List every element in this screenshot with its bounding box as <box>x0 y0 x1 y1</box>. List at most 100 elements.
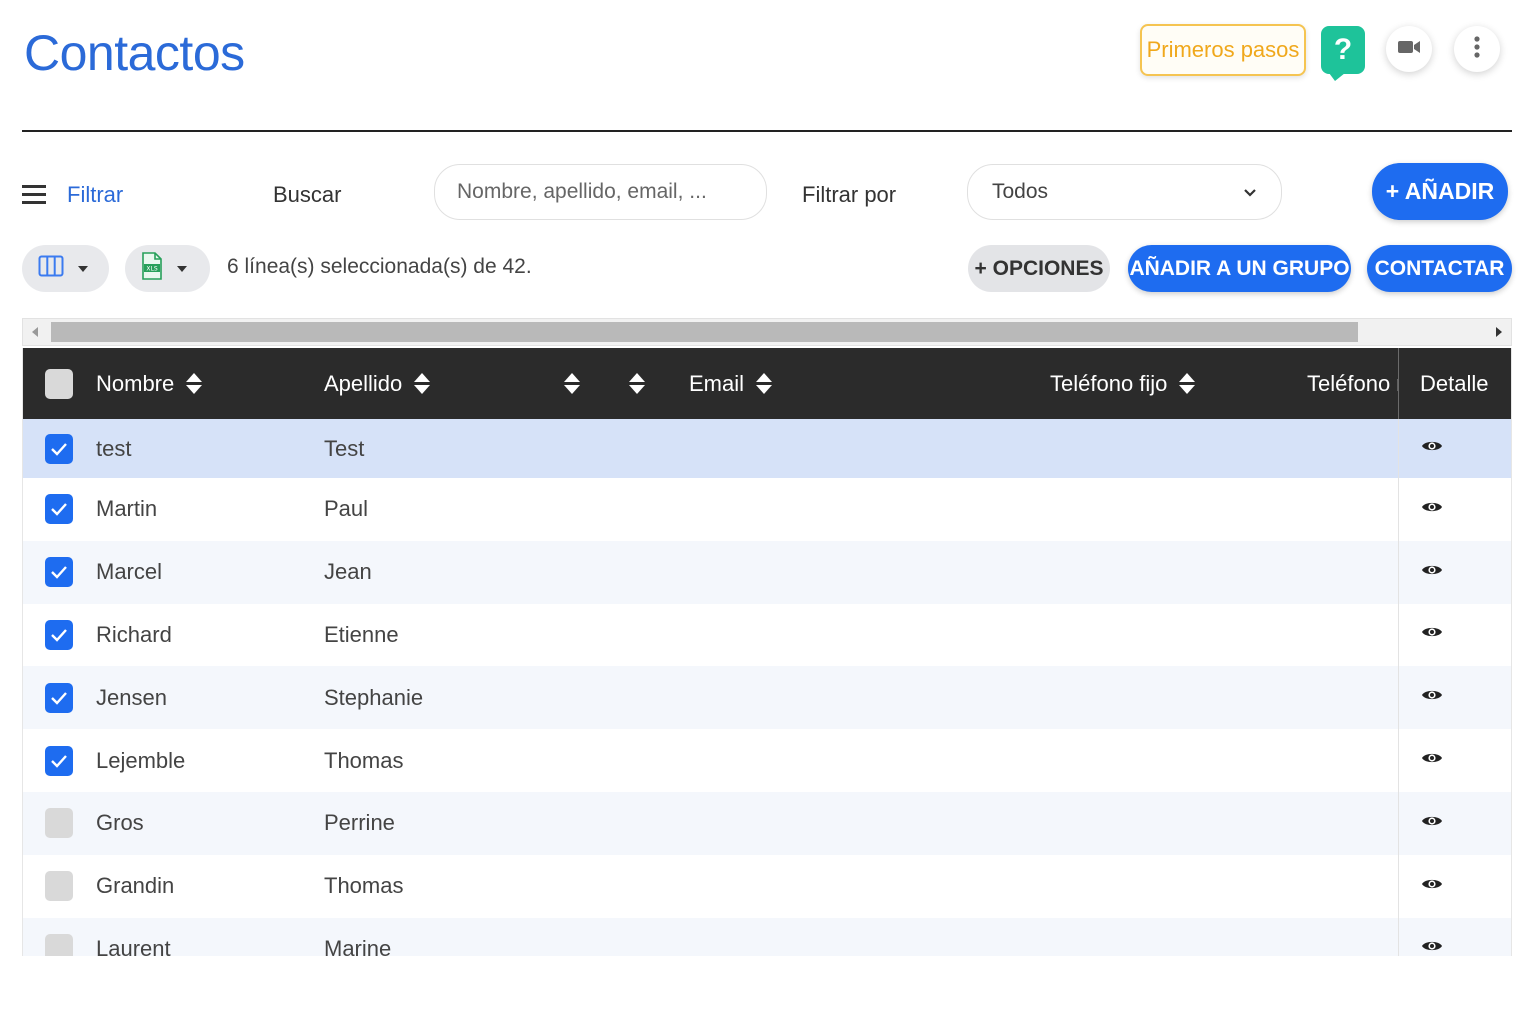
column-header-unnamed-2[interactable] <box>629 348 645 419</box>
row-checkbox[interactable] <box>45 666 73 729</box>
contact-button[interactable]: CONTACTAR <box>1367 245 1512 292</box>
row-checkbox[interactable] <box>45 604 73 667</box>
select-all-checkbox[interactable] <box>45 348 73 419</box>
columns-dropdown-button[interactable] <box>22 245 109 292</box>
cell-apellido: Jean <box>324 559 372 585</box>
add-to-group-button[interactable]: AÑADIR A UN GRUPO <box>1128 245 1351 292</box>
row-checkbox[interactable] <box>45 918 73 956</box>
cell-nombre: Gros <box>96 810 144 836</box>
export-dropdown-button[interactable]: XLS <box>125 245 210 292</box>
page-title: Contactos <box>24 25 245 81</box>
header-divider <box>22 130 1512 132</box>
selection-count: 6 línea(s) seleccionada(s) de 42. <box>227 255 532 278</box>
chevron-down-icon <box>1243 180 1257 204</box>
column-header-telefono-fijo[interactable]: Teléfono fijo <box>1050 348 1196 419</box>
sort-icon[interactable] <box>414 373 431 394</box>
view-detail-button[interactable] <box>1398 791 1511 855</box>
cell-nombre: Richard <box>96 621 172 647</box>
caret-down-icon <box>177 265 187 272</box>
row-checkbox[interactable] <box>45 729 73 792</box>
table-header: Nombre Apellido Email Teléfono fijo Telé… <box>23 348 1511 419</box>
cell-nombre: Martin <box>96 496 158 522</box>
svg-text:XLS: XLS <box>146 266 157 273</box>
table-row[interactable]: Laurent Marine <box>23 917 1511 956</box>
hamburger-menu-icon[interactable] <box>22 184 46 206</box>
scrollbar-thumb[interactable] <box>51 322 1358 342</box>
column-header-email[interactable]: Email <box>689 348 773 419</box>
table-row[interactable]: Grandin Thomas <box>23 854 1511 918</box>
column-header-apellido[interactable]: Apellido <box>324 348 431 419</box>
table-row[interactable]: Lejemble Thomas <box>23 729 1511 792</box>
cell-nombre: Laurent <box>96 935 171 956</box>
scroll-right-icon[interactable] <box>1496 327 1502 337</box>
column-header-detalle: Detalle <box>1398 348 1511 419</box>
video-call-button[interactable] <box>1386 26 1432 72</box>
help-button[interactable]: ? <box>1321 26 1365 81</box>
table-row[interactable]: test Test <box>23 419 1511 478</box>
options-button[interactable]: + OPCIONES <box>968 245 1110 292</box>
view-detail-button[interactable] <box>1398 917 1511 956</box>
checkmark-icon <box>51 503 67 517</box>
cell-nombre: Lejemble <box>96 747 186 773</box>
sort-icon[interactable] <box>186 373 203 394</box>
row-checkbox[interactable] <box>45 478 73 541</box>
view-detail-button[interactable] <box>1398 854 1511 918</box>
table-row[interactable]: Martin Paul <box>23 478 1511 541</box>
filtrar-toggle[interactable]: Filtrar <box>67 182 123 208</box>
cell-apellido: Marine <box>324 935 392 956</box>
filter-select[interactable]: Todos <box>967 164 1282 220</box>
cell-apellido: Etienne <box>324 621 399 647</box>
eye-icon <box>1421 813 1443 834</box>
eye-icon <box>1421 876 1443 897</box>
eye-icon <box>1421 750 1443 771</box>
view-detail-button[interactable] <box>1398 419 1511 478</box>
cell-apellido: Thomas <box>324 873 404 899</box>
view-detail-button[interactable] <box>1398 666 1511 730</box>
table-row[interactable]: Marcel Jean <box>23 540 1511 604</box>
row-checkbox[interactable] <box>45 419 73 478</box>
cell-apellido: Stephanie <box>324 684 424 710</box>
column-header-telefono-movil[interactable]: Teléfono m <box>1293 348 1398 419</box>
table-row[interactable]: Richard Etienne <box>23 603 1511 667</box>
eye-icon <box>1421 562 1443 583</box>
filter-by-label: Filtrar por <box>802 182 897 207</box>
add-contact-button[interactable]: + AÑADIR <box>1372 163 1508 220</box>
row-checkbox[interactable] <box>45 855 73 918</box>
sort-icon[interactable] <box>756 373 773 394</box>
checkmark-icon <box>51 629 67 642</box>
primeros-pasos-button[interactable]: Primeros pasos <box>1140 24 1306 76</box>
search-input[interactable] <box>434 164 767 220</box>
search-label: Buscar <box>273 182 342 207</box>
table-row[interactable]: Gros Perrine <box>23 791 1511 855</box>
view-detail-button[interactable] <box>1398 603 1511 667</box>
sort-icon[interactable] <box>564 373 580 394</box>
cell-nombre: test <box>96 435 132 461</box>
eye-icon <box>1421 938 1443 956</box>
checkmark-icon <box>51 691 67 705</box>
video-camera-icon <box>1397 38 1421 61</box>
view-detail-button[interactable] <box>1398 729 1511 792</box>
checkmark-icon <box>51 566 67 579</box>
horizontal-scrollbar[interactable] <box>22 318 1512 346</box>
table-row[interactable]: Jensen Stephanie <box>23 666 1511 730</box>
eye-icon <box>1421 438 1443 459</box>
more-vertical-icon <box>1473 35 1481 64</box>
table-body: test Test Martin Paul Marcel Jean Richard Etien… <box>23 419 1511 956</box>
cell-nombre: Jensen <box>96 684 167 710</box>
cell-nombre: Marcel <box>96 559 163 585</box>
view-detail-button[interactable] <box>1398 540 1511 604</box>
scroll-left-icon[interactable] <box>32 327 38 337</box>
sort-icon[interactable] <box>629 373 645 394</box>
cell-apellido: Paul <box>324 496 369 522</box>
contacts-table: Nombre Apellido Email Teléfono fijo Telé… <box>22 348 1512 956</box>
sort-icon[interactable] <box>1179 373 1196 394</box>
row-checkbox[interactable] <box>45 541 73 604</box>
column-header-unnamed-1[interactable] <box>564 348 580 419</box>
view-detail-button[interactable] <box>1398 478 1511 541</box>
caret-down-icon <box>78 265 88 272</box>
column-header-nombre[interactable]: Nombre <box>96 348 203 419</box>
columns-icon <box>38 255 64 282</box>
more-options-button[interactable] <box>1454 26 1500 72</box>
row-checkbox[interactable] <box>45 792 73 855</box>
cell-apellido: Thomas <box>324 747 404 773</box>
